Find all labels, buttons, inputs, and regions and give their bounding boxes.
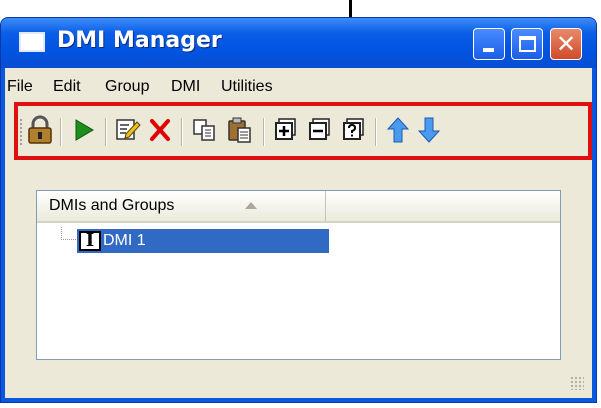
minimize-button[interactable] bbox=[473, 28, 505, 60]
close-icon: ✕ bbox=[555, 30, 577, 58]
lock-button[interactable] bbox=[25, 115, 55, 145]
copy-icon bbox=[193, 119, 215, 141]
window-client-area: File Edit Group DMI Utilities DMIs and G… bbox=[5, 68, 592, 398]
move-up-icon bbox=[386, 117, 410, 143]
column-header-label: DMIs and Groups bbox=[49, 197, 175, 214]
sort-ascending-icon bbox=[245, 202, 257, 209]
delete-icon bbox=[150, 119, 170, 141]
menu-file[interactable]: File bbox=[7, 78, 33, 96]
menu-utilities[interactable]: Utilities bbox=[221, 78, 273, 96]
menu-dmi[interactable]: DMI bbox=[171, 78, 200, 96]
add-icon bbox=[275, 118, 296, 140]
run-button[interactable] bbox=[69, 115, 99, 145]
menu-bar: File Edit Group DMI Utilities bbox=[5, 68, 592, 102]
edit-icon bbox=[116, 119, 141, 140]
remove-button[interactable] bbox=[305, 115, 335, 145]
toolbar-separator bbox=[181, 118, 183, 146]
toolbar-highlight-frame bbox=[14, 102, 592, 160]
paste-icon bbox=[228, 117, 251, 143]
help-icon bbox=[343, 118, 364, 140]
dmi-item-icon: I bbox=[79, 231, 101, 251]
tree-item-label: DMI 1 bbox=[103, 232, 146, 249]
window-title: DMI Manager bbox=[57, 28, 222, 53]
maximize-icon bbox=[519, 36, 536, 52]
tree-connector bbox=[61, 227, 76, 240]
menu-edit[interactable]: Edit bbox=[53, 78, 81, 96]
add-button[interactable] bbox=[271, 115, 301, 145]
copy-button[interactable] bbox=[190, 115, 220, 145]
move-down-button[interactable] bbox=[414, 115, 444, 145]
move-up-button[interactable] bbox=[383, 115, 413, 145]
toolbar-separator bbox=[263, 118, 265, 146]
maximize-button[interactable] bbox=[511, 28, 543, 60]
edit-button[interactable] bbox=[113, 115, 143, 145]
paste-button[interactable] bbox=[225, 115, 255, 145]
remove-icon bbox=[309, 118, 330, 140]
help-button[interactable] bbox=[339, 115, 369, 145]
run-icon bbox=[75, 119, 94, 141]
toolbar-grip[interactable] bbox=[19, 118, 23, 146]
tree-item-dmi-1[interactable]: I DMI 1 bbox=[77, 229, 329, 253]
toolbar-separator bbox=[60, 118, 62, 146]
close-button[interactable]: ✕ bbox=[550, 28, 582, 60]
dmi-tree-list[interactable]: DMIs and Groups I DMI 1 bbox=[36, 190, 561, 360]
menu-group[interactable]: Group bbox=[105, 78, 149, 96]
minimize-icon bbox=[483, 48, 494, 52]
list-header: DMIs and Groups bbox=[37, 191, 560, 223]
resize-grip[interactable] bbox=[570, 376, 584, 390]
lock-icon bbox=[28, 115, 52, 144]
app-icon bbox=[19, 32, 45, 52]
column-header-dmis-and-groups[interactable]: DMIs and Groups bbox=[37, 191, 326, 221]
toolbar-separator bbox=[105, 118, 107, 146]
toolbar-separator bbox=[375, 118, 377, 146]
title-bar[interactable]: DMI Manager ✕ bbox=[1, 18, 596, 68]
move-down-icon bbox=[417, 117, 441, 143]
delete-button[interactable] bbox=[145, 115, 175, 145]
dmi-manager-window: DMI Manager ✕ File Edit Group DMI Utilit… bbox=[0, 17, 597, 403]
